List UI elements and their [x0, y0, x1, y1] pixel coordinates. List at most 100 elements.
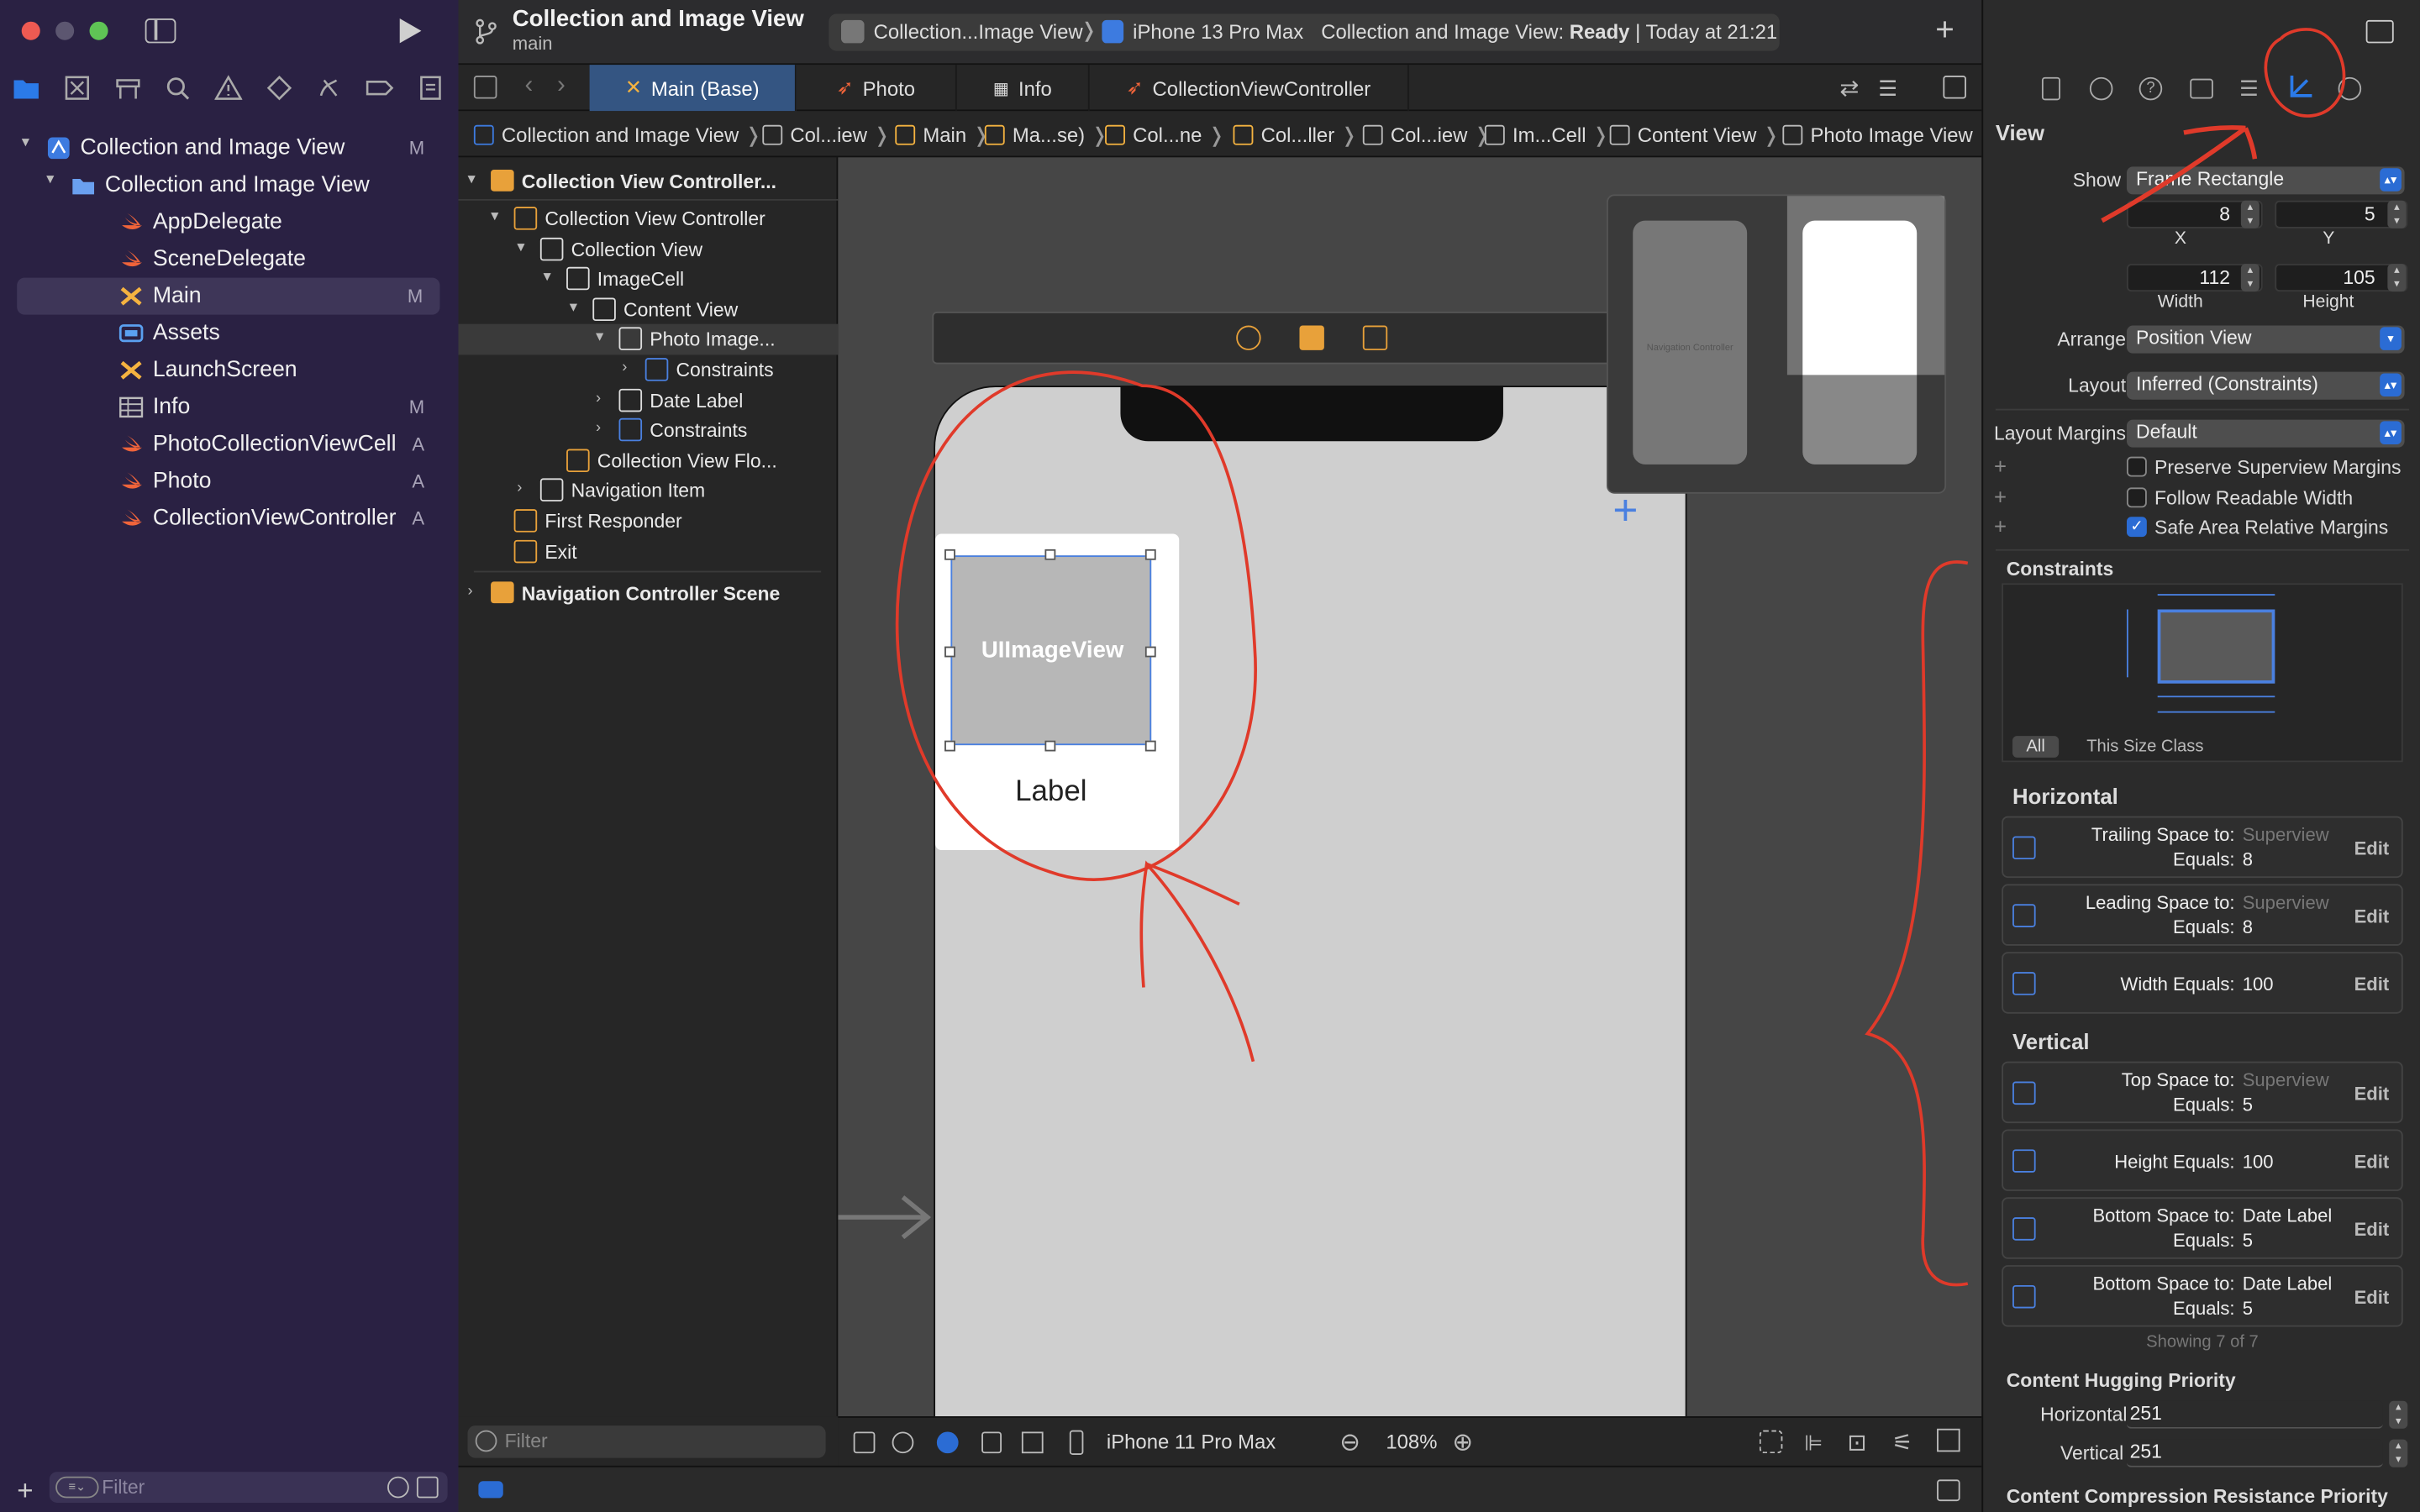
outline-item[interactable]: Collection View Flo... [458, 446, 838, 477]
image-cell[interactable]: UIImageView Label [935, 533, 1180, 851]
resolve-issues-icon[interactable]: ⚟ [1892, 1429, 1913, 1457]
tab-photo[interactable]: ➶ Photo [797, 65, 957, 112]
zoom-window-button[interactable] [89, 21, 108, 40]
embed-in-icon[interactable] [1937, 1428, 1960, 1452]
sidebar-item-photocollectionviewcell[interactable]: PhotoCollectionViewCell A [0, 426, 458, 463]
date-label[interactable]: Label [935, 776, 1167, 810]
sidebar-item-main[interactable]: Main M [17, 277, 440, 315]
outline-item[interactable]: ▾ Content View [458, 295, 838, 326]
hugging-v-stepper[interactable]: ▴ ▾ [2389, 1439, 2408, 1467]
disclosure-chevron-icon[interactable]: ▾ [468, 171, 476, 188]
constraint-row[interactable]: Leading Space to: Superview Equals: 8 Edit [2002, 884, 2403, 946]
width-stepper[interactable]: ▴ ▾ [2240, 264, 2260, 292]
chevron-right-icon[interactable]: › [596, 420, 601, 437]
device-configuration[interactable]: iPhone 11 Pro Max [1107, 1431, 1276, 1454]
preserve-superview-margins-checkbox[interactable] [2126, 456, 2147, 477]
code-review-icon[interactable]: ⇄ [1839, 74, 1859, 102]
jump-bar-item[interactable]: Collection and Image View ❭ [473, 123, 762, 148]
resize-handle[interactable] [1044, 740, 1056, 752]
chevron-right-icon[interactable]: › [596, 391, 601, 407]
resize-handle[interactable] [1144, 549, 1156, 560]
jump-bar-item[interactable]: Col...iew ❭ [762, 123, 890, 148]
minimap[interactable]: Navigation Controller [1607, 194, 1947, 494]
zoom-out-icon[interactable]: ⊖ [1339, 1427, 1360, 1458]
test-icon[interactable] [266, 74, 293, 102]
inspector-toggle-icon[interactable] [2365, 19, 2394, 44]
outline-item[interactable]: First Responder [458, 506, 838, 537]
edit-button[interactable]: Edit [2354, 1219, 2390, 1241]
segment-all[interactable]: All [2012, 736, 2060, 758]
filter-options-icon[interactable]: ≡⌄ [55, 1476, 99, 1499]
sidebar-item-info[interactable]: Info M [0, 389, 458, 426]
connections-inspector-icon[interactable] [2338, 76, 2362, 101]
outline-item[interactable]: › Constraints [458, 415, 838, 446]
constraint-row[interactable]: Bottom Space to: Date Label Equals: 5 Edit [2002, 1197, 2403, 1259]
source-control-icon[interactable] [63, 74, 91, 102]
outline-scene-header[interactable]: ▾ Collection View Controller... [458, 166, 839, 201]
jump-bar-item[interactable]: Col...ne ❭ [1105, 123, 1225, 148]
chevron-down-icon[interactable]: ▾ [491, 208, 498, 225]
add-icon[interactable]: + [1612, 486, 1638, 536]
debug-area-toggle-icon[interactable] [1937, 1479, 1960, 1502]
zoom-in-icon[interactable]: ⊕ [1452, 1427, 1473, 1458]
chevron-right-icon[interactable]: › [622, 360, 627, 376]
help-inspector-icon[interactable]: ? [2139, 76, 2163, 101]
sidebar-item-collection-and-image-view[interactable]: ▾ Collection and Image View [0, 166, 458, 203]
jump-bar-item[interactable]: Content View ❭ [1609, 123, 1780, 148]
outline-item[interactable]: ▾ Collection View [458, 234, 838, 265]
size-inspector-icon[interactable] [2287, 72, 2315, 100]
related-items-icon[interactable] [473, 75, 497, 99]
exit-icon[interactable] [1362, 325, 1388, 350]
orientation-icon[interactable] [981, 1431, 1002, 1454]
sidebar-item-collectionviewcontroller[interactable]: CollectionViewController A [0, 500, 458, 537]
scm-filter-icon[interactable] [416, 1476, 439, 1499]
add-file-icon[interactable]: + [17, 1475, 33, 1508]
size-class-icon[interactable] [1021, 1431, 1044, 1454]
recent-files-icon[interactable] [387, 1476, 409, 1499]
breakpoint-icon[interactable] [366, 74, 394, 102]
issue-icon[interactable] [214, 74, 243, 102]
add-library-icon[interactable]: + [1935, 13, 1954, 50]
tab-info[interactable]: ▦ Info [957, 65, 1090, 112]
hugging-h-stepper[interactable]: ▴ ▾ [2389, 1400, 2408, 1429]
folder-icon[interactable] [13, 74, 40, 102]
activity-view[interactable]: Collection...Image View ❭ iPhone 13 Pro … [829, 13, 1780, 51]
file-inspector-icon[interactable] [2041, 76, 2060, 101]
jump-bar-item[interactable]: Im...Cell ❭ [1484, 123, 1609, 148]
layout-margins-popup[interactable]: Default ▴▾ [2126, 419, 2405, 448]
constraint-row[interactable]: Trailing Space to: Superview Equals: 8 Edit [2002, 816, 2403, 879]
constraint-row[interactable]: Bottom Space to: Date Label Equals: 5 Edit [2002, 1265, 2403, 1327]
safe-area-relative-margins-checkbox[interactable]: ✓ [2126, 517, 2147, 538]
resize-handle[interactable] [1144, 646, 1156, 658]
sidebar-item-photo[interactable]: Photo A [0, 463, 458, 500]
sidebar-toggle-icon[interactable] [145, 18, 176, 44]
editor-options-icon[interactable]: ☰ [1878, 76, 1897, 102]
tab-main-base[interactable]: ✕ Main (Base) [589, 65, 797, 112]
outline-item[interactable]: › Date Label [458, 386, 838, 417]
follow-readable-width-checkbox[interactable] [2126, 487, 2147, 508]
layout-popup[interactable]: Inferred (Constraints) ▴▾ [2126, 371, 2405, 400]
close-window-button[interactable] [21, 21, 40, 40]
chevron-down-icon[interactable]: ▾ [517, 239, 524, 256]
find-icon[interactable] [164, 74, 192, 102]
appearance-icon[interactable] [936, 1431, 959, 1454]
jump-bar-item[interactable]: Main ❭ [895, 123, 989, 148]
add-variation-icon[interactable]: + [1994, 485, 2007, 509]
hugging-v-field[interactable]: 251 [2126, 1439, 2383, 1467]
outline-item[interactable]: › Navigation Item [458, 475, 838, 507]
constraint-row[interactable]: Top Space to: Superview Equals: 5 Edit [2002, 1061, 2403, 1124]
sidebar-item-launchscreen[interactable]: LaunchScreen [0, 352, 458, 389]
add-constraints-icon[interactable]: ⊡ [1848, 1429, 1867, 1457]
navigator-filter-field[interactable]: ≡⌄ Filter [49, 1472, 448, 1503]
constraint-row[interactable]: Height Equals: 100 Edit [2002, 1129, 2403, 1191]
device-frame-icon[interactable] [1069, 1430, 1084, 1456]
edit-button[interactable]: Edit [2354, 1083, 2390, 1105]
disclosure-chevron-icon[interactable]: ▾ [46, 171, 54, 188]
add-variation-icon[interactable]: + [1994, 454, 2007, 478]
hugging-h-field[interactable]: 251 [2126, 1400, 2383, 1429]
report-icon[interactable] [417, 74, 445, 102]
y-stepper[interactable]: ▴ ▾ [2387, 200, 2407, 228]
sidebar-item-collection-and-image-view[interactable]: ▾ Collection and Image View M [0, 129, 458, 166]
run-destination-selector[interactable]: iPhone 13 Pro Max [1133, 20, 1303, 44]
jump-bar-item[interactable]: Col...iew ❭ [1362, 123, 1491, 148]
